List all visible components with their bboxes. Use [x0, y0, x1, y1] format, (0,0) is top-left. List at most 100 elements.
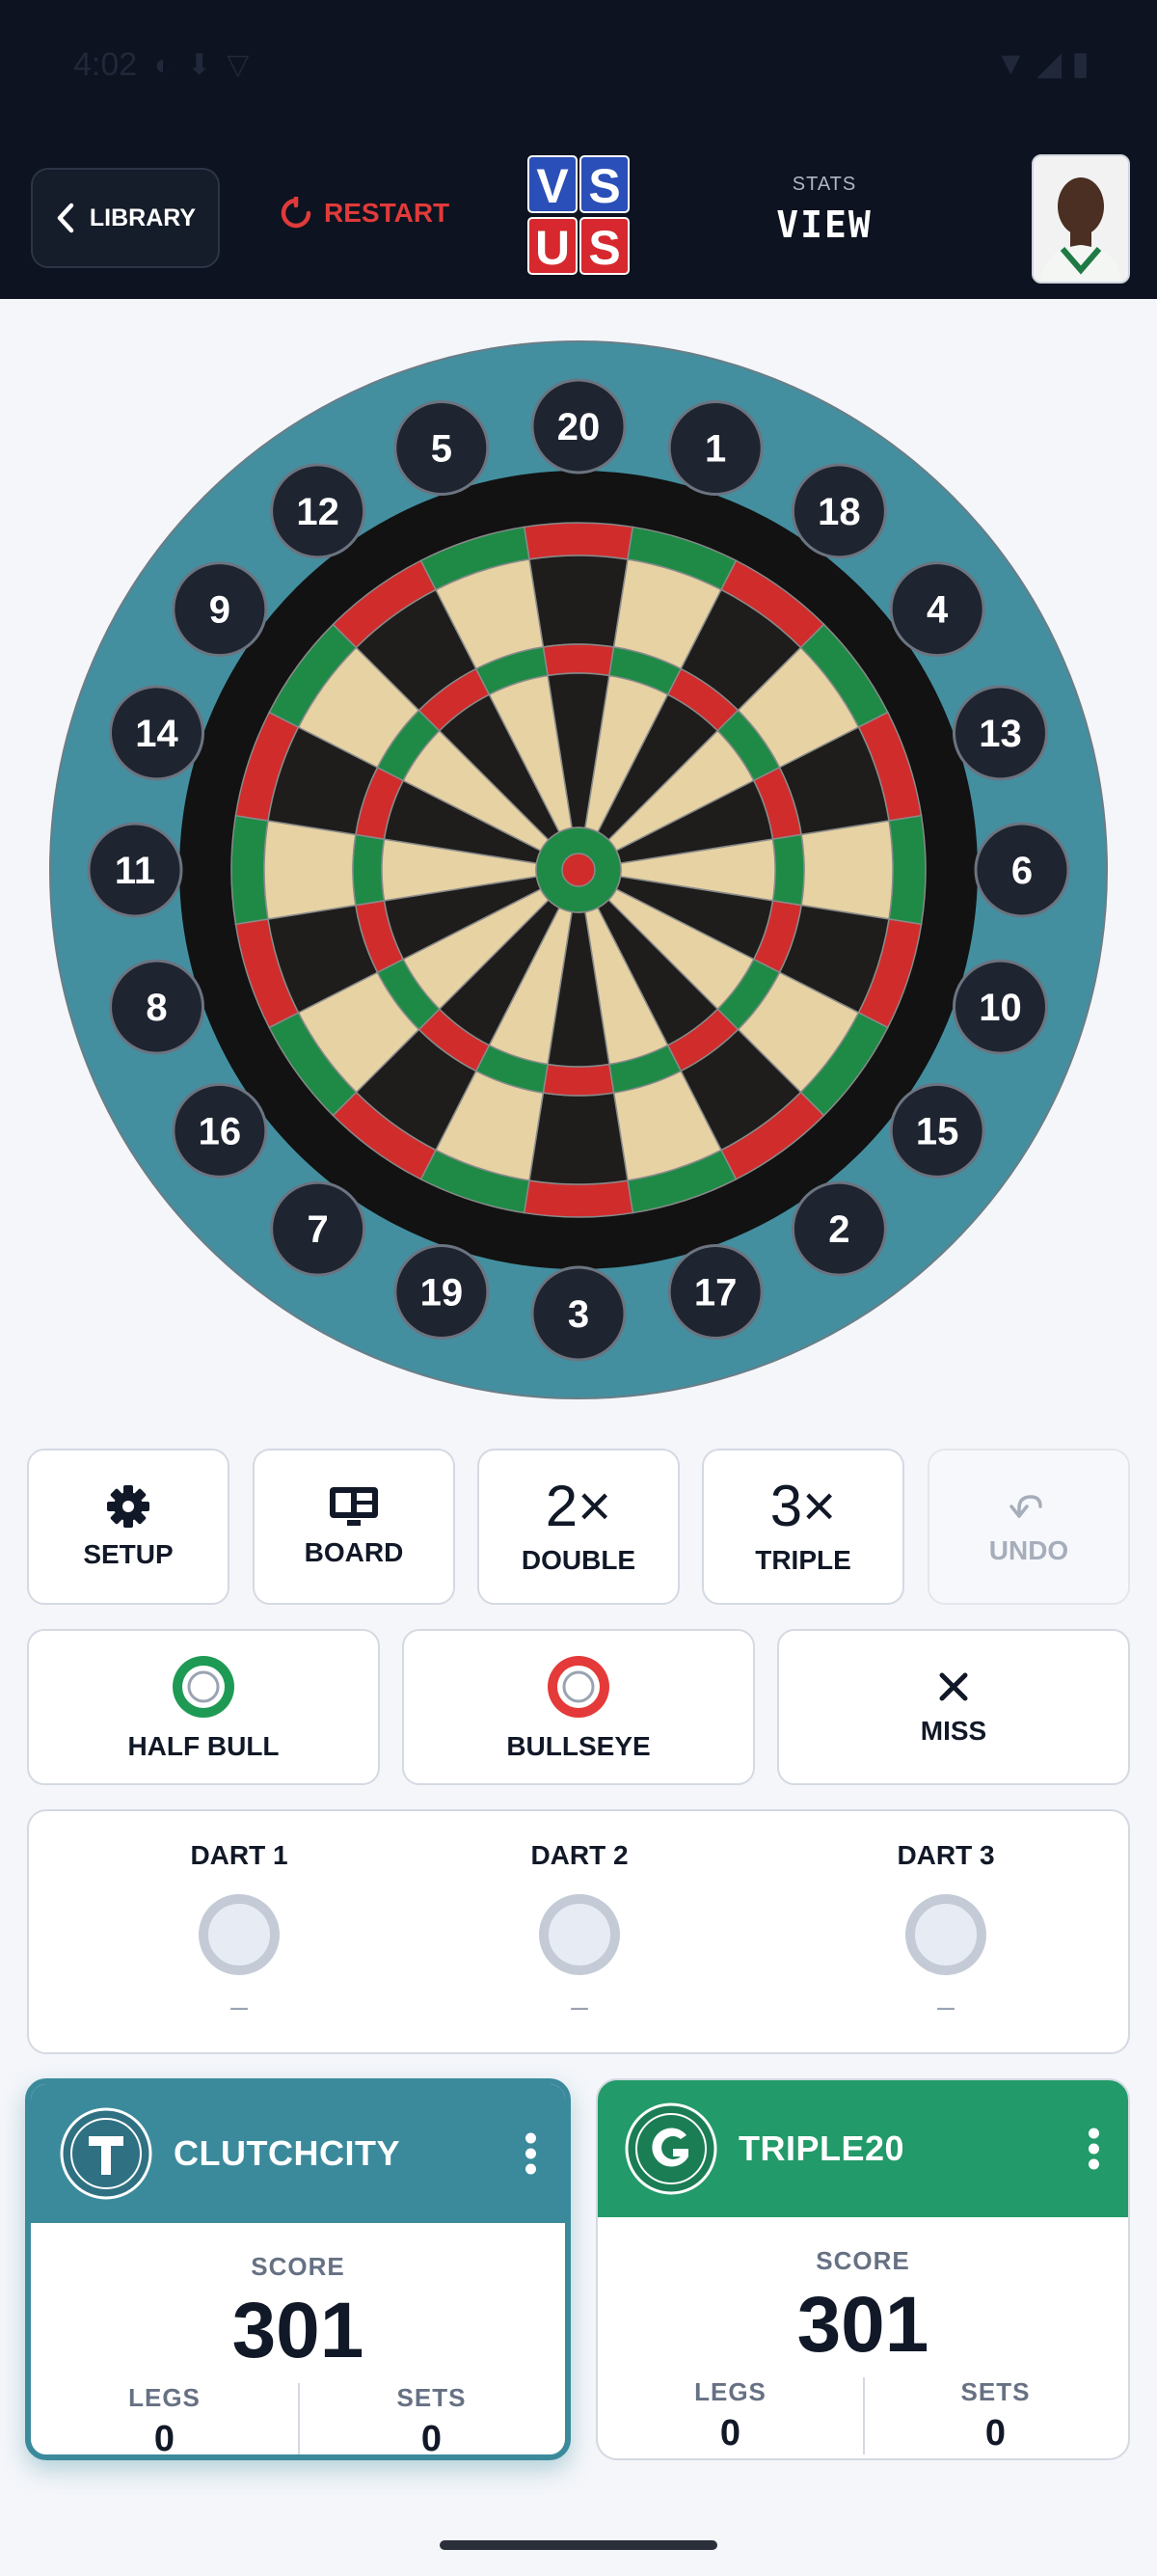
- double-segment-20[interactable]: [523, 522, 634, 560]
- gear-icon: [107, 1485, 149, 1528]
- number-label: 3: [568, 1293, 589, 1336]
- board-number-18[interactable]: 18: [791, 463, 887, 559]
- number-label: 12: [296, 491, 339, 533]
- triple-segment-11[interactable]: [352, 833, 386, 907]
- more-options-icon[interactable]: [525, 2129, 536, 2180]
- setup-button[interactable]: SETUP: [27, 1449, 229, 1605]
- outer-single-segment-11[interactable]: [263, 820, 357, 920]
- player-score-area: SCORE 301 LEGS 0 SETS 0: [31, 2223, 565, 2454]
- library-button[interactable]: LIBRARY: [31, 168, 220, 268]
- number-label: 15: [916, 1110, 959, 1152]
- sets-stat: SETS 0: [863, 2377, 1128, 2454]
- undo-label: UNDO: [988, 1535, 1069, 1565]
- board-view-icon: [330, 1487, 378, 1526]
- player-name: CLUTCHCITY: [174, 2133, 400, 2173]
- logo-letter: S: [588, 221, 620, 275]
- board-number-5[interactable]: 5: [393, 400, 490, 497]
- player-card-triple20[interactable]: TRIPLE20 SCORE 301 LEGS 0 SETS 0: [596, 2078, 1130, 2460]
- board-number-2[interactable]: 2: [791, 1180, 887, 1277]
- number-label: 18: [818, 491, 861, 533]
- double-segment-11[interactable]: [230, 814, 269, 926]
- half-bull-button[interactable]: HALF BULL: [27, 1629, 380, 1785]
- outer-single-segment-3[interactable]: [528, 1092, 629, 1185]
- bullseye-icon: [548, 1656, 609, 1718]
- board-number-13[interactable]: 13: [952, 685, 1048, 781]
- triple-segment-3[interactable]: [542, 1063, 615, 1097]
- vs-logo: V S U S: [527, 155, 630, 275]
- board-number-12[interactable]: 12: [270, 463, 366, 559]
- board-number-7[interactable]: 7: [270, 1180, 366, 1277]
- board-number-8[interactable]: 8: [109, 959, 205, 1055]
- double-multiplier: 2×: [545, 1474, 612, 1538]
- board-number-1[interactable]: 1: [667, 400, 764, 497]
- board-button[interactable]: BOARD: [253, 1449, 455, 1605]
- triple-segment-20[interactable]: [542, 643, 615, 677]
- team-badge-icon: [60, 2107, 152, 2200]
- outer-single-segment-20[interactable]: [528, 555, 629, 648]
- logo-letter: U: [535, 221, 570, 275]
- triple-label: TRIPLE: [755, 1545, 851, 1575]
- undo-button[interactable]: UNDO: [928, 1449, 1130, 1605]
- dart-label: DART 3: [897, 1840, 995, 1870]
- dart-slot-2: DART 2 –: [483, 1840, 676, 2024]
- dartboard-svg[interactable]: 20 1 18 4 13 6 10 15 2 17 3 19 7 16 8 11 14 9 12 5: [46, 338, 1111, 1402]
- status-time: 4:02: [73, 46, 138, 83]
- score-label: SCORE: [251, 2252, 345, 2281]
- sets-label: SETS: [396, 2383, 467, 2412]
- legs-label: LEGS: [694, 2377, 767, 2406]
- more-options-icon[interactable]: [1088, 2124, 1099, 2175]
- board-label: BOARD: [304, 1537, 404, 1567]
- outer-single-segment-6[interactable]: [800, 820, 894, 920]
- player-card-clutchcity[interactable]: CLUTCHCITY SCORE 301 LEGS 0 SETS 0: [25, 2078, 571, 2460]
- double-segment-6[interactable]: [888, 814, 927, 926]
- triple-button[interactable]: 3× TRIPLE: [702, 1449, 904, 1605]
- close-icon: [939, 1672, 968, 1701]
- board-number-11[interactable]: 11: [87, 822, 183, 918]
- user-avatar[interactable]: [1032, 154, 1130, 284]
- board-number-6[interactable]: 6: [974, 822, 1070, 918]
- player-score-area: SCORE 301 LEGS 0 SETS 0: [598, 2217, 1128, 2454]
- board-number-16[interactable]: 16: [172, 1082, 268, 1179]
- number-label: 13: [979, 713, 1022, 755]
- dart-value: –: [230, 1989, 248, 2023]
- triple-segment-6[interactable]: [771, 833, 805, 907]
- board-number-20[interactable]: 20: [530, 378, 627, 475]
- number-label: 20: [557, 406, 601, 448]
- legs-stat: LEGS 0: [598, 2377, 863, 2454]
- board-number-4[interactable]: 4: [889, 561, 985, 658]
- stats-view-button[interactable]: STATS VIEW: [771, 174, 877, 246]
- miss-button[interactable]: MISS: [777, 1629, 1130, 1785]
- number-label: 6: [1011, 850, 1033, 892]
- player-header: TRIPLE20: [598, 2080, 1128, 2217]
- board-number-17[interactable]: 17: [667, 1243, 764, 1340]
- legs-stat: LEGS 0: [31, 2383, 298, 2454]
- board-number-15[interactable]: 15: [889, 1082, 985, 1179]
- sets-stat: SETS 0: [298, 2383, 565, 2454]
- dart-slot-3: DART 3 –: [849, 1840, 1042, 2024]
- dart-label: DART 2: [530, 1840, 629, 1870]
- board-number-3[interactable]: 3: [530, 1265, 627, 1362]
- number-label: 10: [979, 987, 1022, 1029]
- double-button[interactable]: 2× DOUBLE: [477, 1449, 680, 1605]
- legs-value: 0: [719, 2413, 741, 2454]
- status-system-icons: ▼◢▮: [994, 45, 1099, 82]
- chevron-left-icon: [57, 203, 74, 233]
- player-name: TRIPLE20: [739, 2129, 905, 2168]
- dart-empty-icon: [199, 1894, 280, 1975]
- board-number-14[interactable]: 14: [109, 685, 205, 781]
- board-number-19[interactable]: 19: [393, 1243, 490, 1340]
- home-indicator[interactable]: [440, 2540, 717, 2550]
- inner-bull[interactable]: [561, 853, 596, 887]
- restart-button[interactable]: RESTART: [280, 197, 449, 230]
- number-label: 1: [705, 428, 726, 471]
- number-label: 17: [694, 1271, 738, 1314]
- restart-icon: [281, 197, 311, 229]
- dartboard[interactable]: 20 1 18 4 13 6 10 15 2 17 3 19 7 16 8 11 14 9 12 5: [46, 338, 1111, 1402]
- half-bull-label: HALF BULL: [127, 1731, 280, 1761]
- board-number-9[interactable]: 9: [172, 561, 268, 658]
- number-label: 16: [199, 1110, 242, 1152]
- legs-sets-row: LEGS 0 SETS 0: [598, 2377, 1128, 2454]
- double-segment-3[interactable]: [523, 1180, 634, 1218]
- board-number-10[interactable]: 10: [952, 959, 1048, 1055]
- bullseye-button[interactable]: BULLSEYE: [402, 1629, 755, 1785]
